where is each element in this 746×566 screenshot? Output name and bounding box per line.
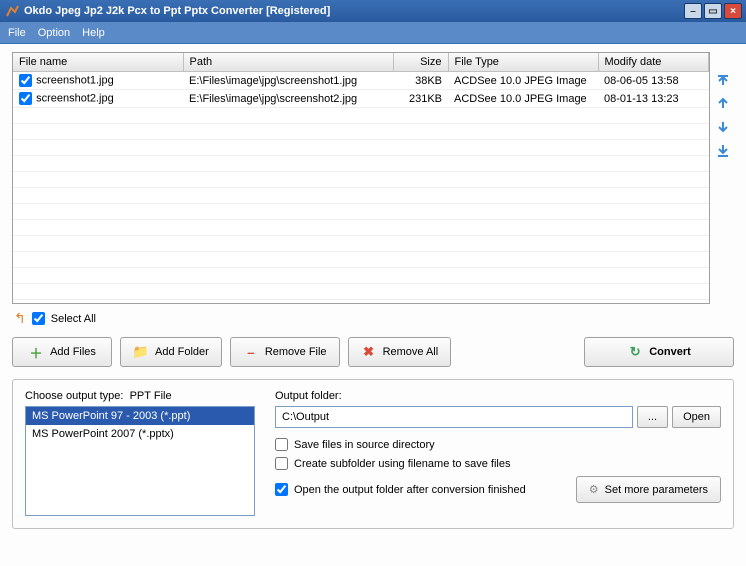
menu-help[interactable]: Help <box>82 27 105 39</box>
table-row[interactable]: screenshot2.jpg E:\Files\image\jpg\scree… <box>13 90 709 108</box>
menu-file[interactable]: File <box>8 27 26 39</box>
add-folder-button[interactable]: 📁 Add Folder <box>120 337 222 367</box>
output-folder-label: Output folder: <box>275 390 721 402</box>
move-down-button[interactable] <box>714 118 732 136</box>
menubar: File Option Help <box>0 22 746 44</box>
save-source-checkbox[interactable] <box>275 438 288 451</box>
close-button[interactable]: × <box>724 3 742 19</box>
output-type-label: Choose output type: PPT File <box>25 390 255 402</box>
list-item[interactable]: MS PowerPoint 2007 (*.pptx) <box>26 425 254 443</box>
select-all-label: Select All <box>51 313 96 325</box>
col-filetype[interactable]: File Type <box>448 53 598 72</box>
convert-icon: ↻ <box>627 344 643 360</box>
set-more-parameters-button[interactable]: ⚙ Set more parameters <box>576 476 721 503</box>
list-item[interactable]: MS PowerPoint 97 - 2003 (*.ppt) <box>26 407 254 425</box>
app-icon <box>4 3 20 19</box>
up-level-icon[interactable]: ↰ <box>14 310 26 327</box>
titlebar: Okdo Jpeg Jp2 J2k Pcx to Ppt Pptx Conver… <box>0 0 746 22</box>
window-title: Okdo Jpeg Jp2 J2k Pcx to Ppt Pptx Conver… <box>24 5 684 17</box>
create-subfolder-checkbox[interactable] <box>275 457 288 470</box>
create-subfolder-label: Create subfolder using filename to save … <box>294 458 510 470</box>
open-after-checkbox[interactable] <box>275 483 288 496</box>
folder-icon: 📁 <box>133 344 149 360</box>
open-after-label: Open the output folder after conversion … <box>294 484 526 496</box>
row-checkbox[interactable] <box>19 92 32 105</box>
remove-all-icon: ✖ <box>361 344 377 360</box>
convert-button[interactable]: ↻ Convert <box>584 337 734 367</box>
col-filename[interactable]: File name <box>13 53 183 72</box>
table-row[interactable]: screenshot1.jpg E:\Files\image\jpg\scree… <box>13 72 709 90</box>
save-source-label: Save files in source directory <box>294 439 435 451</box>
file-table[interactable]: File name Path Size File Type Modify dat… <box>12 52 710 304</box>
col-modify[interactable]: Modify date <box>598 53 709 72</box>
select-all-checkbox[interactable] <box>32 312 45 325</box>
plus-icon: ＋ <box>28 344 44 360</box>
move-top-button[interactable] <box>714 70 732 88</box>
add-files-button[interactable]: ＋ Add Files <box>12 337 112 367</box>
minimize-button[interactable]: – <box>684 3 702 19</box>
output-folder-input[interactable] <box>275 406 633 428</box>
move-up-button[interactable] <box>714 94 732 112</box>
menu-option[interactable]: Option <box>38 27 70 39</box>
row-checkbox[interactable] <box>19 74 32 87</box>
remove-all-button[interactable]: ✖ Remove All <box>348 337 452 367</box>
open-button[interactable]: Open <box>672 406 721 428</box>
remove-file-button[interactable]: – Remove File <box>230 337 340 367</box>
col-size[interactable]: Size <box>393 53 448 72</box>
gear-icon: ⚙ <box>589 483 599 496</box>
browse-button[interactable]: ... <box>637 406 668 428</box>
minus-icon: – <box>243 344 259 360</box>
output-type-listbox[interactable]: MS PowerPoint 97 - 2003 (*.ppt) MS Power… <box>25 406 255 516</box>
col-path[interactable]: Path <box>183 53 393 72</box>
move-bottom-button[interactable] <box>714 142 732 160</box>
restore-button[interactable]: ▭ <box>704 3 722 19</box>
